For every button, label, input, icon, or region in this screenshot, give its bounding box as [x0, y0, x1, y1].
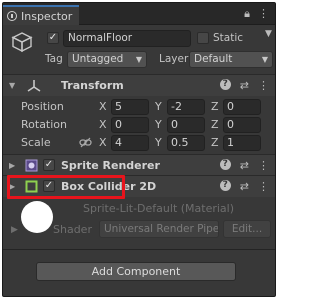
scale-y-axis: Y: [155, 136, 162, 149]
gameobject-cube-icon: [11, 32, 33, 53]
scale-y-field[interactable]: 0.5: [167, 135, 205, 151]
layer-dropdown[interactable]: Default ▼: [189, 51, 273, 68]
presets-icon[interactable]: ⇄: [240, 180, 249, 193]
shader-label: Shader: [53, 223, 92, 236]
rotation-y-field[interactable]: 0: [167, 117, 205, 133]
tab-controls: 🔒︎ ⋮: [244, 7, 269, 21]
box-collider-highlight: [7, 175, 125, 199]
position-z-axis: Z: [211, 100, 219, 113]
active-checkbox[interactable]: ✓: [47, 32, 59, 44]
scale-x-field[interactable]: 4: [111, 135, 149, 151]
layer-value: Default: [194, 53, 233, 65]
object-name-field[interactable]: NormalFloor: [63, 30, 191, 47]
link-scale-icon[interactable]: [79, 137, 92, 148]
presets-icon[interactable]: ⇄: [240, 159, 249, 172]
tag-dropdown[interactable]: Untagged ▼: [67, 51, 147, 68]
more-options-icon[interactable]: ⋮: [258, 180, 269, 193]
sprite-renderer-header[interactable]: ▶ ✓ Sprite Renderer ? ⇄ ⋮: [3, 154, 275, 176]
position-y-field[interactable]: -2: [167, 99, 205, 115]
divider: [3, 249, 275, 250]
fold-right-icon[interactable]: ▶: [9, 161, 15, 170]
more-options-icon[interactable]: ⋮: [258, 79, 269, 92]
sprite-renderer-enabled-checkbox[interactable]: ✓: [43, 159, 55, 171]
shader-dropdown[interactable]: Universal Render Pipe: [99, 220, 219, 238]
sprite-renderer-icon: [25, 159, 38, 172]
lock-icon[interactable]: 🔒︎: [244, 7, 250, 21]
more-options-icon[interactable]: ⋮: [258, 7, 269, 21]
rotation-z-axis: Z: [211, 118, 219, 131]
transform-axes-icon: [27, 80, 41, 92]
scale-label: Scale: [21, 136, 51, 149]
rotation-y-axis: Y: [155, 118, 162, 131]
rotation-x-axis: X: [99, 118, 107, 131]
material-name: Sprite-Lit-Default (Material): [83, 202, 235, 215]
transform-header[interactable]: ▼ Transform ? ⇄ ⋮: [3, 74, 275, 96]
chevron-down-icon: ▼: [261, 55, 268, 64]
rotation-label: Rotation: [21, 118, 68, 131]
box-collider-controls: ? ⇄ ⋮: [219, 180, 269, 193]
material-preview: [21, 201, 53, 233]
info-icon: [7, 11, 17, 21]
sprite-renderer-title: Sprite Renderer: [61, 159, 160, 172]
more-options-icon[interactable]: ⋮: [258, 159, 269, 172]
scale-z-axis: Z: [211, 136, 219, 149]
sprite-renderer-controls: ? ⇄ ⋮: [219, 159, 269, 172]
rotation-z-field[interactable]: 0: [223, 117, 261, 133]
tag-label: Tag: [45, 53, 63, 65]
help-icon[interactable]: ?: [219, 159, 231, 170]
static-label: Static: [213, 32, 244, 44]
position-label: Position: [21, 100, 64, 113]
rotation-x-field[interactable]: 0: [111, 117, 149, 133]
tab-inspector[interactable]: Inspector: [3, 5, 79, 25]
help-icon[interactable]: ?: [219, 180, 231, 191]
edit-shader-button[interactable]: Edit...: [223, 220, 271, 238]
chevron-down-icon: ▼: [135, 55, 142, 64]
position-x-field[interactable]: 5: [111, 99, 149, 115]
position-y-axis: Y: [155, 100, 162, 113]
static-checkbox[interactable]: ✓: [197, 32, 209, 44]
inspector-panel: Inspector 🔒︎ ⋮ ✓ NormalFloor ✓ Static ▼ …: [2, 2, 276, 297]
tag-value: Untagged: [72, 53, 124, 65]
transform-title: Transform: [61, 79, 124, 92]
tab-label: Inspector: [21, 9, 73, 23]
position-x-axis: X: [99, 100, 107, 113]
help-icon[interactable]: ?: [219, 79, 231, 90]
add-component-button[interactable]: Add Component: [36, 262, 236, 281]
static-dropdown-icon[interactable]: ▼: [265, 29, 272, 39]
scale-z-field[interactable]: 1: [223, 135, 261, 151]
presets-icon[interactable]: ⇄: [240, 79, 249, 92]
scale-x-axis: X: [99, 136, 107, 149]
transform-controls: ? ⇄ ⋮: [219, 79, 269, 92]
layer-label: Layer: [159, 53, 189, 65]
fold-down-icon[interactable]: ▼: [9, 81, 15, 90]
fold-right-icon[interactable]: ▶: [11, 225, 18, 235]
position-z-field[interactable]: 0: [223, 99, 261, 115]
shader-value: Universal Render Pipe: [104, 223, 219, 235]
tab-bar: Inspector 🔒︎ ⋮: [3, 3, 275, 25]
